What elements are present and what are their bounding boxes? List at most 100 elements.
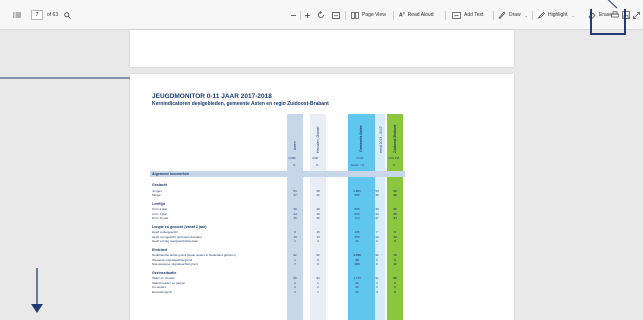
table-cell: 34 (393, 216, 397, 220)
table-cell: 6 (294, 230, 296, 234)
column-header: Asten (293, 141, 297, 150)
table-cell: 2 (376, 239, 378, 243)
table-cell: 0 (317, 262, 319, 266)
table-cell: 955 (354, 193, 360, 197)
row-label: Vader/moeder en partner (152, 280, 186, 285)
table-cell: 36 (293, 216, 297, 220)
table-cell: 31 (355, 239, 359, 243)
table-cell: 30 (375, 207, 379, 211)
annotation-pointer (607, 0, 618, 9)
table-cell: 3 (294, 289, 296, 294)
table-cell: 30 (293, 207, 297, 211)
row-label: 0 t/m 3 jaar (152, 207, 168, 211)
table-cell: 86 (393, 276, 397, 280)
section-title: Lengte en gewicht (vanaf 2 jaar) (152, 224, 207, 229)
table-cell: 47 (293, 193, 297, 197)
table-cell: 6 (394, 230, 396, 234)
table-cell: 32 (355, 280, 359, 285)
table-cell: 31 (393, 207, 397, 211)
row-label: Eenoudergezin (152, 289, 173, 294)
table-cell: 13 (316, 234, 320, 239)
table-cell: 40 (355, 257, 359, 262)
table-cell: 42 (316, 193, 320, 197)
table-cell: 12 (393, 262, 397, 266)
table-cell: 92 (375, 253, 379, 257)
table-cell: 6 (376, 257, 378, 262)
table-cell: 2 (394, 285, 396, 289)
table-cell: 3 (394, 239, 396, 243)
column-header: Zuidoost-Brabant (393, 124, 397, 153)
table-cell: 13 (393, 234, 397, 239)
table-cell: 37 (375, 216, 379, 220)
table-cell: 4 (376, 289, 378, 294)
table-cell: 135 (354, 230, 360, 234)
row-label: Meisje (152, 193, 161, 197)
table-cell: 1.770 (353, 276, 361, 280)
table-cell: 7 (376, 230, 378, 234)
column-header: Heusden, Ommel (316, 126, 320, 153)
column-header: Gemeente Asten (359, 125, 363, 152)
table-cell: 50 (393, 188, 397, 193)
column-n: n=326 (288, 157, 296, 160)
arrow-head-icon (31, 304, 43, 313)
table-cell: 35 (393, 211, 397, 216)
document-subtitle: Kernindicatoren deelgebieden, gemeente A… (152, 101, 329, 107)
table-cell: 1 (317, 280, 319, 285)
column-n: n=416 (356, 157, 364, 160)
table-cell: 6 (394, 289, 396, 294)
column-n: n=10.946 (388, 157, 400, 160)
table-cell: 2 (376, 280, 378, 285)
table-cell: 60 (355, 289, 359, 294)
row-label: Heeft ondergewicht (152, 230, 178, 234)
pdf-page-previous (130, 30, 514, 67)
row-label: Niet-westerse migratieachtergrond (152, 262, 198, 266)
table-cell: 565 (354, 207, 360, 211)
table-cell: 6 (376, 262, 378, 266)
table-cell: 32 (355, 285, 359, 289)
table-cell: 1.880 (353, 188, 361, 193)
section-title: Algemene kenmerken (152, 172, 190, 176)
row-label: Westerse migratieachtergrond (152, 257, 193, 262)
table-cell: 34 (375, 211, 379, 216)
row-label: Vader en moeder (152, 276, 175, 280)
table-cell: 92 (293, 253, 297, 257)
table-cell: 3 (376, 285, 378, 289)
table-cell: 13 (375, 234, 379, 239)
table-cell: 13 (293, 234, 297, 239)
row-label: 8 t/m 11 jaar (152, 216, 169, 220)
table-cell: 7 (294, 262, 296, 266)
row-label: 4 t/m 7 jaar (152, 211, 168, 216)
row-label: Jongen (152, 188, 162, 193)
column-header: trend 2013 - 2017 (379, 126, 383, 153)
row-label: Co-ouders (152, 285, 167, 289)
table-cell: 92 (316, 253, 320, 257)
table-cell: 79 (393, 253, 397, 257)
table-cell: 4 (317, 239, 319, 243)
document-title: JEUGDMONITOR 0-11 JAAR 2017-2018 (152, 93, 272, 100)
row-label: Heeft ernstig overgewicht/obesitas (152, 239, 198, 243)
section-title: Gezinssituatie (152, 270, 177, 275)
table-cell: 2 (317, 285, 319, 289)
table-cell: 1 (294, 239, 296, 243)
column-unit: % (293, 164, 296, 167)
table-cell: 1 (317, 289, 319, 294)
table-cell: 1 (294, 257, 296, 262)
table-cell: 255 (354, 234, 360, 239)
table-cell: 91 (375, 276, 379, 280)
table-cell: 46 (375, 193, 379, 197)
table-cell: 2 (294, 280, 296, 285)
table-cell: 8 (317, 257, 319, 262)
table-cell: 53 (293, 188, 297, 193)
column-unit: % (316, 164, 319, 167)
table-cell: 94 (316, 276, 320, 280)
table-cell: 15 (316, 230, 320, 234)
table-cell: 2 (294, 285, 296, 289)
row-label: Heeft overgewicht (inclusief obesitas) (152, 234, 202, 239)
section-title: Etniciteit (152, 247, 168, 252)
table-cell: 1.790 (353, 253, 361, 257)
column-unit: % (393, 164, 396, 167)
table-cell: 35 (316, 211, 320, 216)
table-cell: 54 (375, 188, 379, 193)
table-cell: 663 (354, 211, 360, 216)
section-title: Geslacht (152, 183, 168, 187)
